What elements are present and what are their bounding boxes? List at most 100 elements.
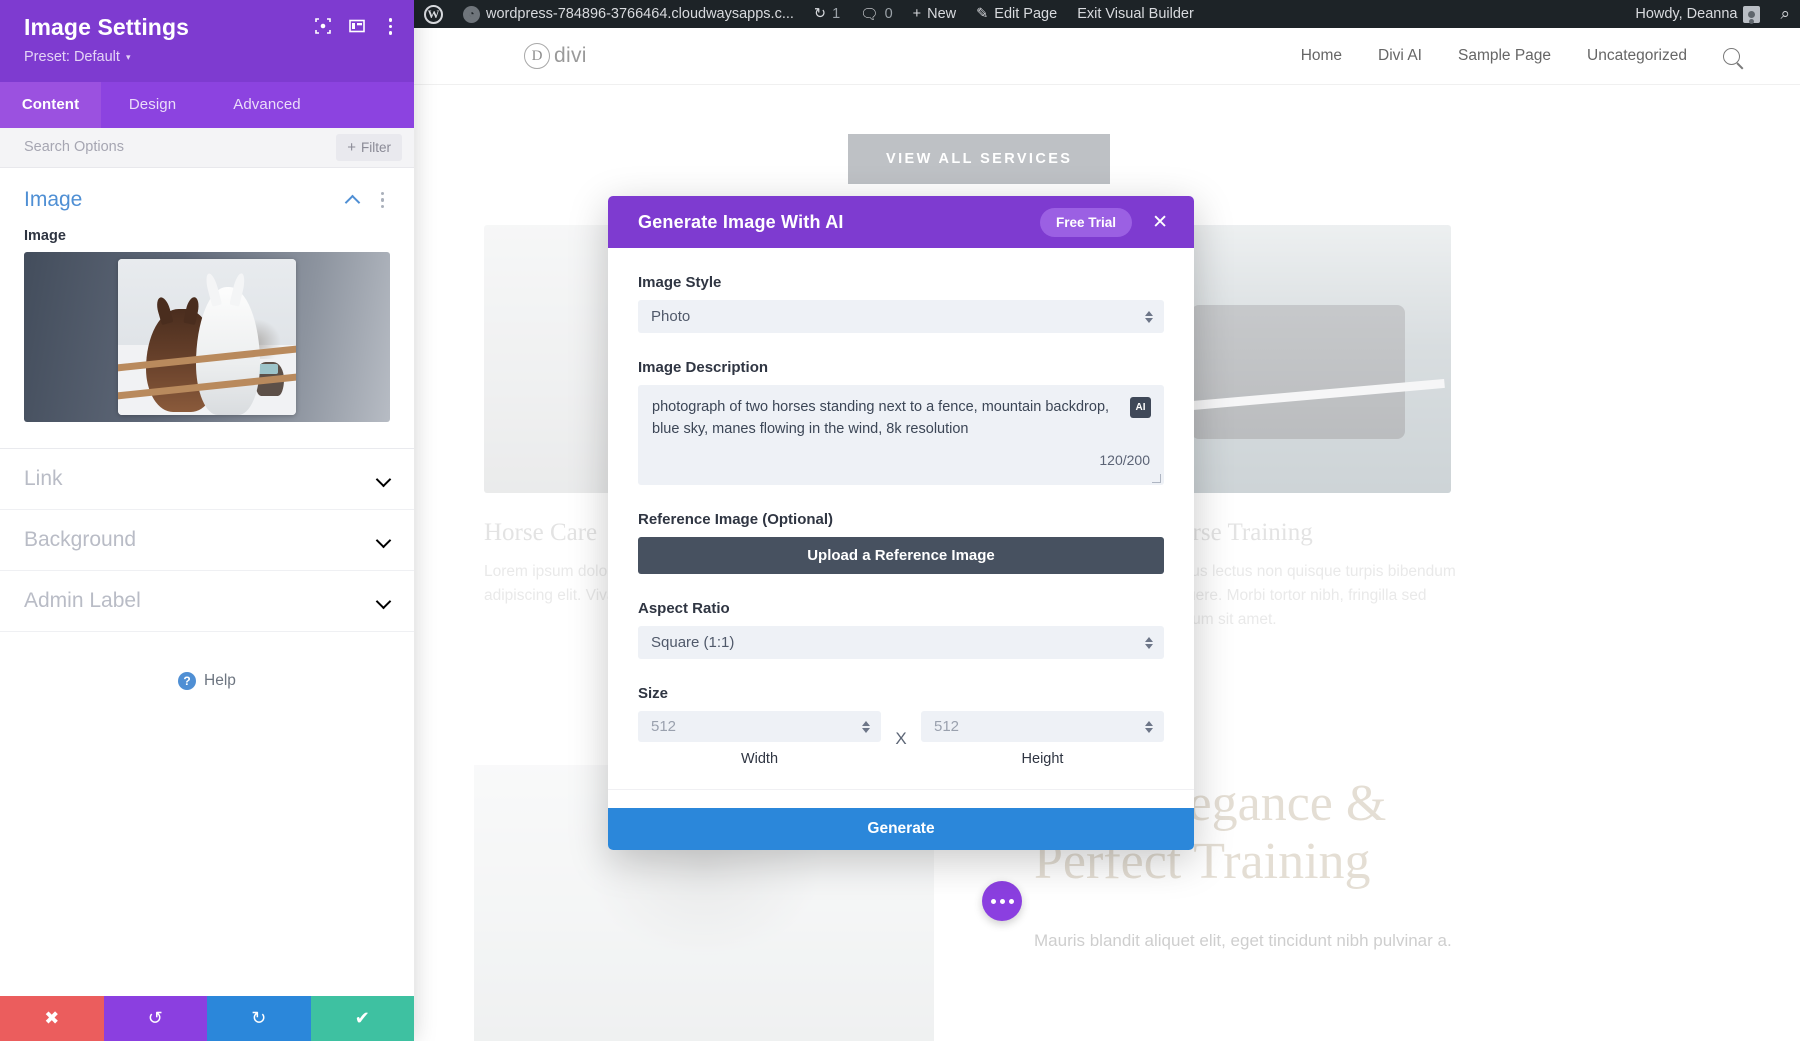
size-label: Size xyxy=(638,685,669,702)
nav-item-home[interactable]: Home xyxy=(1301,47,1342,65)
nav-item-divi-ai[interactable]: Divi AI xyxy=(1378,47,1422,65)
width-input[interactable]: 512 xyxy=(638,711,881,742)
section-image-header[interactable]: Image xyxy=(0,168,414,228)
panel-layout-icon[interactable] xyxy=(348,18,365,34)
edit-page-label: Edit Page xyxy=(994,6,1058,22)
stepper-icon[interactable] xyxy=(862,720,870,733)
app-root: W ◔ wordpress-784896-3766464.cloudwaysap… xyxy=(0,0,1800,1041)
tab-content[interactable]: Content xyxy=(0,81,101,128)
site-icon: ◔ xyxy=(463,5,480,23)
avatar xyxy=(1743,5,1761,23)
character-counter: 120/200 xyxy=(1099,452,1150,468)
modal-header: Generate Image With AI Free Trial ✕ xyxy=(608,196,1194,248)
ai-assist-icon[interactable]: AI xyxy=(1130,397,1151,418)
stepper-icon[interactable] xyxy=(1145,720,1153,733)
free-trial-badge[interactable]: Free Trial xyxy=(1040,207,1133,237)
updates-icon: ↻ xyxy=(813,6,827,22)
updates-count: 1 xyxy=(832,6,841,22)
comments-count: 0 xyxy=(884,6,893,22)
close-icon[interactable]: ✕ xyxy=(1148,211,1172,234)
modal-footer: Generate xyxy=(608,789,1194,850)
cancel-button[interactable]: ✖ xyxy=(0,996,104,1041)
search-options-bar: + Filter xyxy=(0,127,414,168)
edit-page-link[interactable]: ✎ Edit Page xyxy=(966,0,1067,28)
size-separator-icon: X xyxy=(895,729,907,748)
image-settings-panel: Image Settings Preset: Default ▾ Content… xyxy=(0,0,414,1041)
filter-button[interactable]: + Filter xyxy=(336,133,402,161)
size-row: 512 Width X 512 Height xyxy=(638,711,1164,767)
aspect-ratio-select[interactable]: Square (1:1) xyxy=(638,626,1164,659)
generate-image-with-ai-modal: Generate Image With AI Free Trial ✕ Imag… xyxy=(608,196,1194,850)
howdy-menu[interactable]: Howdy, Deanna xyxy=(1625,0,1770,28)
chevron-up-icon[interactable] xyxy=(346,193,359,206)
image-description-label: Image Description xyxy=(638,359,769,376)
section-admin-label-title: Admin Label xyxy=(24,588,141,612)
plus-icon: + xyxy=(347,138,356,156)
nav-item-sample-page[interactable]: Sample Page xyxy=(1458,47,1551,65)
height-field-group: 512 Height xyxy=(921,711,1164,767)
chevron-down-icon[interactable] xyxy=(377,533,390,546)
section-background[interactable]: Background xyxy=(0,510,414,571)
dot-icon xyxy=(1008,898,1014,904)
chevron-down-icon[interactable] xyxy=(377,472,390,485)
save-button[interactable]: ✔ xyxy=(310,996,414,1041)
wp-admin-bar: W ◔ wordpress-784896-3766464.cloudwaysap… xyxy=(414,0,1800,28)
comments-menu[interactable]: 🗨 0 xyxy=(850,0,903,28)
aspect-ratio-value: Square (1:1) xyxy=(651,634,735,651)
site-name-label: wordpress-784896-3766464.cloudwaysapps.c… xyxy=(486,6,794,22)
undo-button[interactable]: ↺ xyxy=(103,996,207,1041)
nav-item-uncategorized[interactable]: Uncategorized xyxy=(1587,47,1687,65)
search-input[interactable] xyxy=(24,139,274,156)
section-link[interactable]: Link xyxy=(0,449,414,510)
help-button[interactable]: ? Help xyxy=(0,632,414,690)
help-icon: ? xyxy=(178,671,197,690)
divi-logo[interactable]: D divi xyxy=(524,43,587,69)
chevron-down-icon[interactable] xyxy=(377,594,390,607)
filter-label: Filter xyxy=(361,139,391,155)
reference-image-label: Reference Image (Optional) xyxy=(638,511,834,528)
preset-selector[interactable]: Preset: Default ▾ xyxy=(24,49,394,66)
upload-reference-image-button[interactable]: Upload a Reference Image xyxy=(638,537,1164,574)
dot-icon xyxy=(999,898,1005,904)
exit-visual-builder-link[interactable]: Exit Visual Builder xyxy=(1067,0,1204,28)
tab-advanced[interactable]: Advanced xyxy=(204,82,330,128)
image-style-select[interactable]: Photo xyxy=(638,300,1164,333)
redo-button[interactable]: ↻ xyxy=(207,996,311,1041)
image-description-textarea[interactable]: photograph of two horses standing next t… xyxy=(638,385,1164,485)
exit-visual-builder-label: Exit Visual Builder xyxy=(1077,6,1194,22)
image-thumbnail xyxy=(118,258,296,415)
plus-icon: + xyxy=(912,6,922,22)
aspect-ratio-label: Aspect Ratio xyxy=(638,600,730,617)
settings-tabs: Content Design Advanced xyxy=(0,81,414,128)
adminbar-search-button[interactable]: ⌕ xyxy=(1770,0,1800,28)
wordpress-logo-icon: W xyxy=(424,4,443,24)
height-value: 512 xyxy=(934,718,960,735)
image-description-value: photograph of two horses standing next t… xyxy=(652,399,1110,437)
section-image-controls xyxy=(346,190,391,211)
width-caption: Width xyxy=(740,751,779,767)
width-value: 512 xyxy=(651,718,677,735)
divi-floating-menu-button[interactable] xyxy=(982,881,1022,921)
wp-logo-button[interactable]: W xyxy=(414,0,453,28)
preset-label: Preset: Default xyxy=(24,48,120,65)
panel-header-icons xyxy=(314,16,399,37)
site-name-menu[interactable]: ◔ wordpress-784896-3766464.cloudwaysapps… xyxy=(453,0,804,28)
divi-logo-icon: D xyxy=(524,43,550,69)
nav-search-icon[interactable] xyxy=(1723,47,1740,65)
section-background-title: Background xyxy=(24,527,137,551)
more-options-icon[interactable] xyxy=(383,16,399,37)
help-label: Help xyxy=(204,671,236,689)
section-more-icon[interactable] xyxy=(375,190,391,211)
updates-menu[interactable]: ↻ 1 xyxy=(804,0,850,28)
fullscreen-icon[interactable] xyxy=(314,18,331,35)
height-caption: Height xyxy=(1021,751,1064,767)
tab-design[interactable]: Design xyxy=(101,82,204,128)
settings-panel-body: Image Image Link Background Admin Label … xyxy=(0,168,414,996)
section-admin-label[interactable]: Admin Label xyxy=(0,571,414,632)
new-content-menu[interactable]: + New xyxy=(903,0,966,28)
image-preview[interactable] xyxy=(24,251,390,422)
generate-button[interactable]: Generate xyxy=(608,808,1194,850)
chevron-down-icon: ▾ xyxy=(125,51,131,62)
resize-handle[interactable] xyxy=(1152,474,1161,483)
height-input[interactable]: 512 xyxy=(921,711,1164,742)
